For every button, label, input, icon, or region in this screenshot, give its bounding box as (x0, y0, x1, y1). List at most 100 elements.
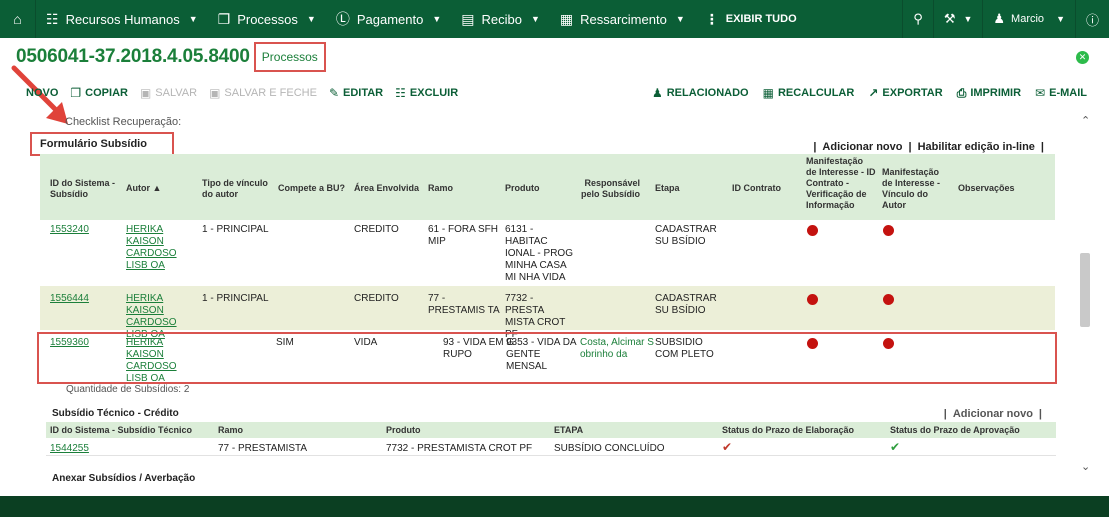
section-title-subsidio-tecnico: Subsídio Técnico - Crédito (52, 408, 179, 419)
etapa-cell: SUBSÍDIO CONCLUÍDO (554, 443, 665, 454)
check-ok-icon: ✔ (890, 440, 901, 454)
grid-actions: | Adicionar novo | Habilitar edição in-line… (813, 141, 1044, 153)
form-body: Checklist Recuperação: Formulário Subsíd… (0, 104, 1109, 496)
salvar-fechar-label: SALVAR E FECHE (224, 87, 317, 99)
scrollbar-thumb[interactable] (1080, 253, 1090, 327)
col-autor[interactable]: Autor ▲ (126, 183, 186, 194)
table-row[interactable]: 1553240 HERIKA KAISON CARDOSO LISB OA 1 … (40, 222, 1055, 284)
col-prazo-aprovacao[interactable]: Status do Prazo de Aprovação (890, 425, 1020, 435)
relacionado-button[interactable]: ♟ RELACIONADO (652, 86, 749, 101)
home-icon[interactable]: ⌂ (0, 0, 36, 38)
etapa-cell: CADASTRAR SU BSÍDIO (655, 293, 717, 316)
col-id-contrato[interactable]: ID Contrato (732, 183, 792, 194)
highlight-box (37, 332, 1057, 384)
excluir-label: EXCLUIR (409, 87, 459, 99)
chevron-down-icon: ▼ (1056, 14, 1065, 24)
recalcular-button[interactable]: ▦ RECALCULAR (763, 86, 855, 101)
add-new-link[interactable]: Adicionar novo (822, 141, 902, 153)
print-icon: ⎙ (956, 85, 967, 100)
add-new-link[interactable]: Adicionar novo (953, 408, 1033, 420)
vertical-dots-icon: ⋮ (704, 10, 719, 27)
ramo-cell: 77 - PRESTAMIS TA (428, 293, 500, 316)
command-bar: NOVO ❐ COPIAR ▣ SALVAR ▣ SALVAR E FECHE ✎ ED… (0, 84, 1109, 102)
entity-tag[interactable]: Processos (253, 42, 326, 72)
save-close-icon: ▣ (209, 86, 221, 100)
col-produto[interactable]: Produto (505, 183, 565, 194)
col-id-tecnico[interactable]: ID do Sistema - Subsídio Técnico (50, 425, 192, 435)
col-responsavel[interactable]: Responsável pelo Subsídio (576, 178, 640, 200)
save-icon: ▣ (139, 86, 152, 100)
email-button[interactable]: ✉ E-MAIL (1035, 86, 1087, 101)
salvar-button[interactable]: ▣ SALVAR (140, 86, 197, 100)
novo-button[interactable]: NOVO (26, 86, 58, 100)
help-icon[interactable]: ⓘ (1074, 0, 1109, 38)
table-row[interactable]: 1556444 HERIKA KAISON CARDOSO LISB OA 1 … (40, 286, 1055, 340)
imprimir-button[interactable]: ⎙ IMPRIMIR (957, 86, 1021, 101)
trash-icon: ☷ (395, 86, 406, 100)
chevron-down-icon: ▼ (188, 14, 198, 24)
check-warning-icon: ✔ (722, 440, 733, 454)
chevron-down-icon: ▼ (530, 14, 540, 24)
checklist-label: Checklist Recuperação: (65, 116, 182, 128)
subsidio-id-link[interactable]: 1556444 (50, 293, 89, 305)
section-title-formulario-subsidio: Formulário Subsídio (30, 132, 174, 156)
subsidio-tecnico-id-link[interactable]: 1544255 (50, 443, 89, 454)
relation-icon: ♟ (651, 86, 663, 100)
editar-button[interactable]: ✎ EDITAR (329, 86, 383, 100)
scroll-up-icon[interactable]: ⌃ (1081, 114, 1090, 127)
col-compete[interactable]: Compete a BU? (278, 183, 348, 194)
etapa-cell: CADASTRAR SU BSÍDIO (655, 224, 717, 247)
menu-ressarcimento[interactable]: ▦ Ressarcimento ▼ (550, 0, 695, 38)
exportar-label: EXPORTAR (882, 87, 943, 99)
col-observacoes[interactable]: Observações (958, 183, 1028, 194)
subsidio-id-link[interactable]: 1553240 (50, 224, 89, 236)
pencil-icon: ✎ (328, 86, 339, 100)
refund-icon: ▦ (559, 10, 574, 27)
imprimir-label: IMPRIMIR (970, 87, 1022, 99)
close-icon[interactable]: ✕ (1076, 51, 1089, 64)
col-prazo-elaboracao[interactable]: Status do Prazo de Elaboração (722, 425, 854, 435)
receipt-icon: ▤ (461, 10, 475, 27)
menu-pagamento[interactable]: Ⓛ Pagamento ▼ (326, 0, 451, 38)
editar-label: EDITAR (343, 87, 384, 99)
copiar-label: COPIAR (85, 87, 128, 99)
scroll-down-icon[interactable]: ⌄ (1081, 460, 1090, 473)
sort-up-icon: ▲ (152, 183, 162, 193)
col-ramo[interactable]: Ramo (218, 425, 243, 435)
menu-recursos-humanos[interactable]: ☷ Recursos Humanos ▼ (36, 0, 208, 38)
menu-label: Recursos Humanos (65, 11, 180, 27)
tipo-cell: 1 - PRINCIPAL (202, 224, 269, 235)
copiar-button[interactable]: ❐ COPIAR (70, 86, 128, 100)
chevron-down-icon: ▼ (432, 14, 442, 24)
tools-icon[interactable]: ⚒ ▼ (932, 0, 983, 38)
col-produto[interactable]: Produto (386, 425, 421, 435)
table-row[interactable]: 1544255 77 - PRESTAMISTA 7732 - PRESTAMI… (46, 440, 1056, 456)
menu-recibo[interactable]: ▤ Recibo ▼ (451, 0, 550, 38)
produto-cell: 6131 - HABITAC IONAL - PROG MINHA CASA M… (505, 224, 573, 283)
novo-label: NOVO (26, 87, 59, 99)
col-tipo[interactable]: Tipo de vínculo do autor (202, 178, 272, 200)
menu-processos[interactable]: ❐ Processos ▼ (208, 0, 326, 38)
excluir-button[interactable]: ☷ EXCLUIR (395, 86, 458, 100)
grid-header: ID do Sistema - Subsídio Técnico Ramo Pr… (46, 422, 1056, 438)
autor-link[interactable]: HERIKA KAISON CARDOSO LISB OA (126, 224, 200, 272)
col-manifestacao-vinculo[interactable]: Manifestação de Interesse - Vínculo do A… (882, 167, 948, 211)
email-label: E-MAIL (1049, 87, 1087, 99)
relacionado-label: RELACIONADO (666, 87, 749, 99)
col-etapa[interactable]: Etapa (655, 183, 705, 194)
col-ramo[interactable]: Ramo (428, 183, 488, 194)
col-area[interactable]: Área Envolvida (354, 183, 424, 194)
col-manifestacao-contrato[interactable]: Manifestação de Interesse - ID Contrato … (806, 156, 876, 211)
search-icon[interactable]: ⚲ (902, 0, 933, 38)
calculator-icon: ▦ (762, 86, 774, 100)
show-all-label: EXIBIR TUDO (725, 13, 797, 25)
exportar-button[interactable]: ↗ EXPORTAR (868, 86, 942, 101)
col-etapa[interactable]: ETAPA (554, 425, 583, 435)
area-cell: CREDITO (354, 293, 399, 304)
salvar-fechar-button[interactable]: ▣ SALVAR E FECHE (209, 86, 317, 100)
inline-edit-link[interactable]: Habilitar edição in-line (918, 141, 1035, 153)
user-menu[interactable]: ♟ Marcio ▼ (982, 0, 1075, 38)
menu-label: Pagamento (356, 11, 424, 27)
show-all-button[interactable]: ⋮ EXIBIR TUDO (695, 0, 807, 38)
col-id[interactable]: ID do Sistema - Subsídio (50, 178, 120, 200)
